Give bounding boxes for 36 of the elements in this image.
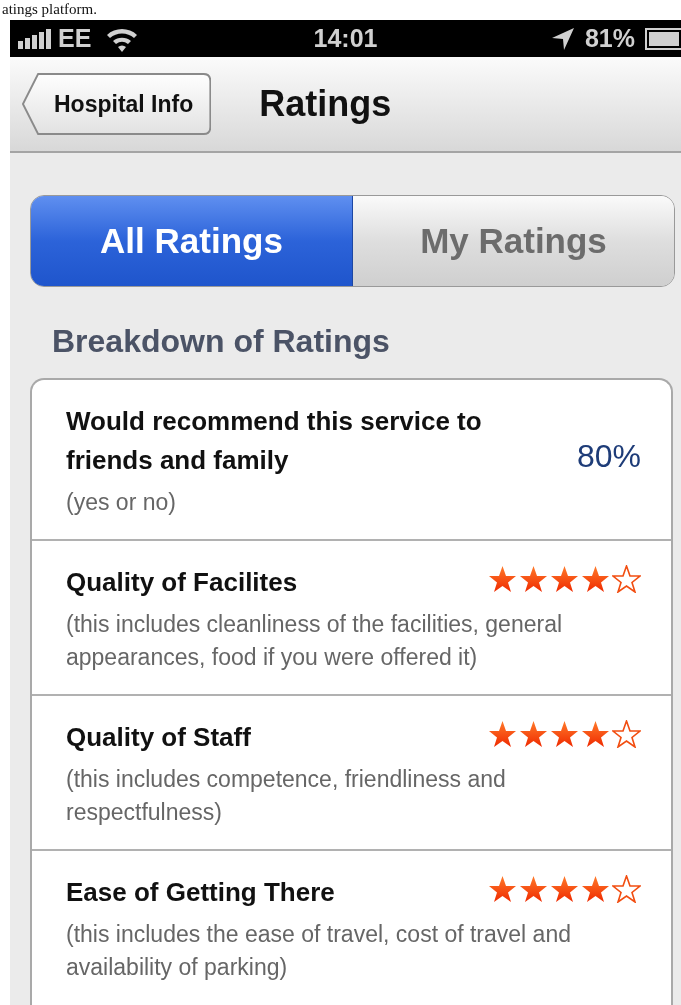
empty-star-icon [612,720,641,748]
filled-star-icon [550,565,579,593]
empty-star-icon [612,565,641,593]
percent-value: 80% [576,437,641,475]
rating-title: Would recommend this service to friends and family [66,405,483,477]
page-title: Ratings [259,83,392,125]
battery-text: 81% [584,24,635,53]
rating-title: Ease of Getting There [66,876,336,909]
filled-star-icon [519,875,548,903]
filled-star-icon [519,720,548,748]
rating-title: Quality of Facilites [66,566,299,599]
filled-star-icon [550,720,579,748]
caption-text: atings platform. [1,0,98,19]
filled-star-icon [550,875,579,903]
rating-note: (this includes the ease of travel, cost of travel and availability of parking) [66,920,572,982]
rating-note: (this includes cleanliness of the facilities, general appearances, food if you were offered it) [66,610,564,672]
filled-star-icon [488,875,517,903]
carrier-text: EE [58,24,92,53]
filled-star-icon [488,720,517,748]
filled-star-icon [519,565,548,593]
back-button[interactable]: Hospital Info [22,73,212,135]
filled-star-icon [581,565,610,593]
segment-tab[interactable]: All Ratings [31,196,353,286]
clock-text: 14:01 [313,24,378,53]
filled-star-icon [581,720,610,748]
rating-note: (yes or no) [66,488,177,517]
section-title: Breakdown of Ratings [52,323,391,360]
rating-note: (this includes competence, friendliness and respectfulness) [66,765,507,827]
signal-icon [18,28,54,49]
rating-title: Quality of Staff [66,721,252,754]
segment-tab[interactable]: My Ratings [353,196,674,286]
filled-star-icon [488,565,517,593]
filled-star-icon [581,875,610,903]
empty-star-icon [612,875,641,903]
location-arrow-icon [550,26,575,51]
battery-icon [645,27,681,50]
